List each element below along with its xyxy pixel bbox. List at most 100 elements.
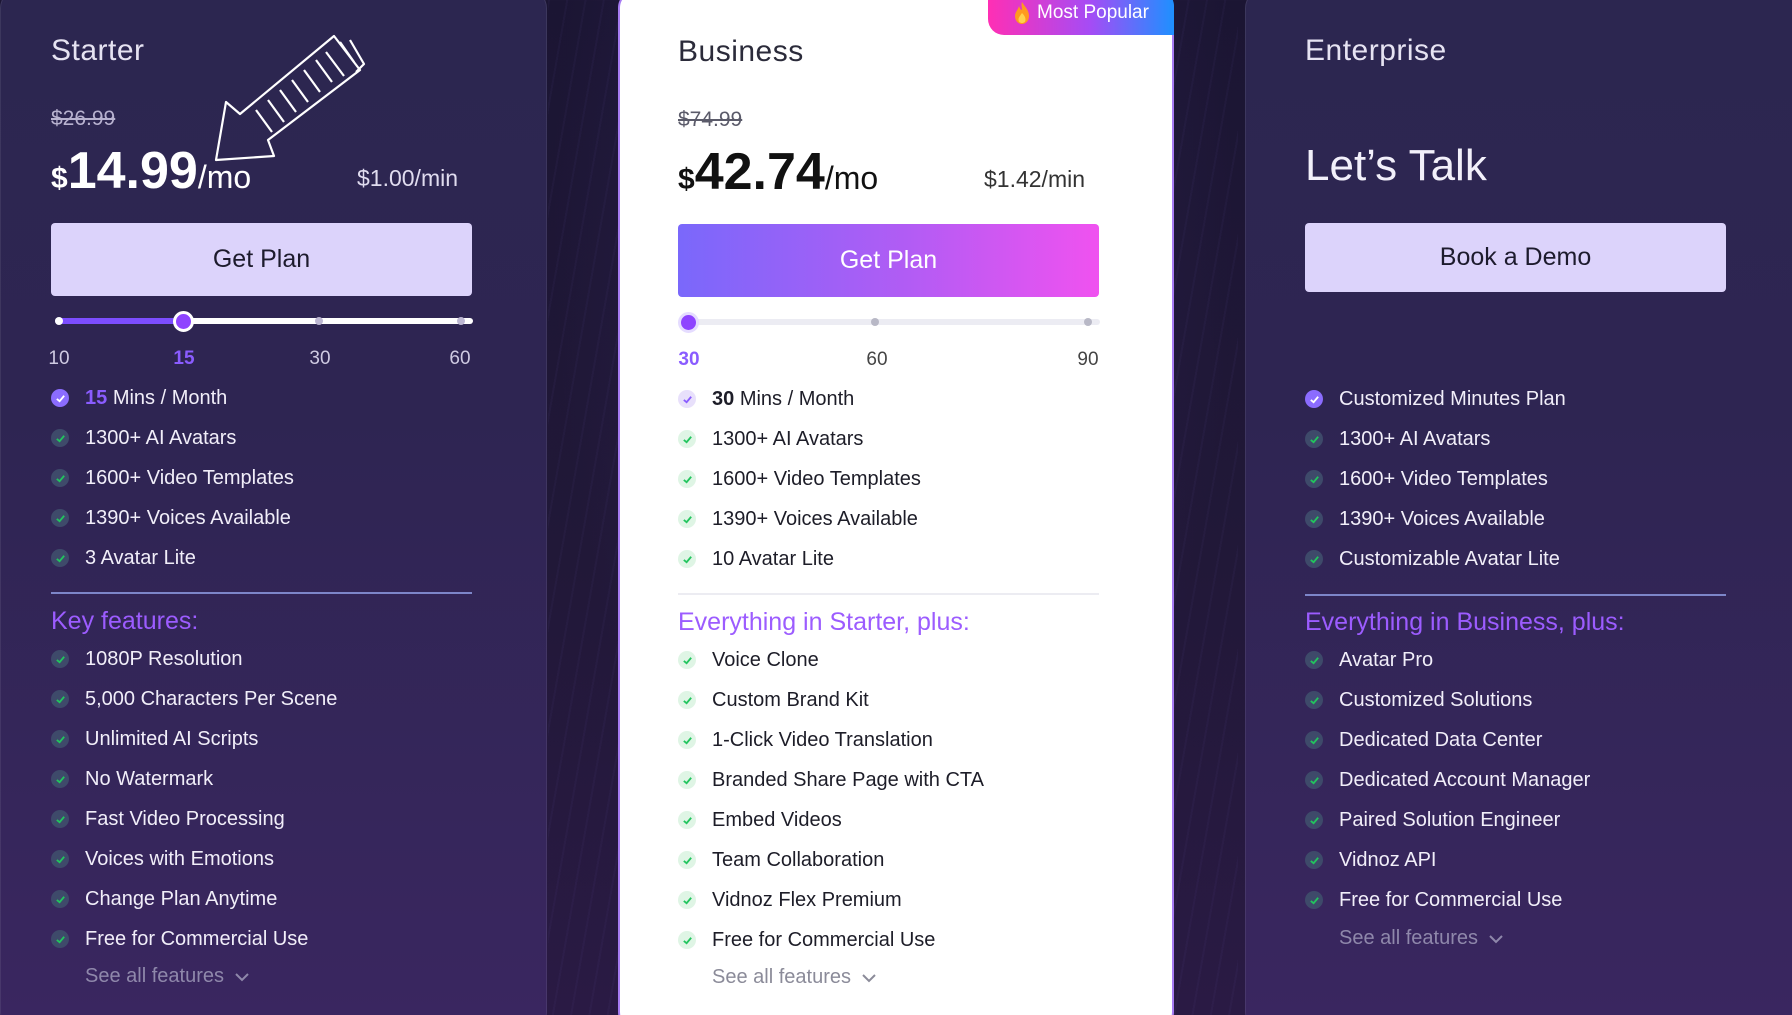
- most-popular-badge: Most Popular: [988, 0, 1174, 35]
- slider-tick-label: 90: [1077, 349, 1099, 370]
- feature-text: Change Plan Anytime: [85, 887, 278, 910]
- slider-fill: [55, 318, 185, 324]
- check-icon: [678, 891, 696, 909]
- feature-text: 1390+ Voices Available: [1339, 507, 1545, 530]
- check-icon: [1305, 651, 1323, 669]
- slider-stop[interactable]: [1084, 318, 1092, 326]
- slider-tick-label-selected: 15: [173, 348, 195, 369]
- feature-item: 1600+ Video Templates: [1305, 459, 1566, 499]
- feature-item: Voice Clone: [678, 640, 984, 680]
- get-plan-button[interactable]: Get Plan: [678, 224, 1099, 297]
- check-icon: [678, 390, 696, 408]
- badge-label: Most Popular: [1037, 1, 1149, 23]
- check-icon: [51, 770, 69, 788]
- price-period: /mo: [824, 160, 879, 196]
- check-icon: [1305, 771, 1323, 789]
- check-icon: [51, 469, 69, 487]
- feature-item: Team Collaboration: [678, 840, 984, 880]
- check-icon: [51, 890, 69, 908]
- feature-item: Dedicated Data Center: [1305, 720, 1590, 760]
- feature-text: Unlimited AI Scripts: [85, 727, 259, 750]
- get-plan-button[interactable]: Get Plan: [51, 223, 472, 296]
- key-feature-list: 1080P Resolution 5,000 Characters Per Sc…: [51, 639, 337, 959]
- feature-item: Vidnoz Flex Premium: [678, 880, 984, 920]
- check-icon: [678, 470, 696, 488]
- check-icon: [51, 930, 69, 948]
- minutes-value: 15: [85, 386, 108, 409]
- feature-text: Customized Minutes Plan: [1339, 387, 1566, 410]
- feature-item: 1390+ Voices Available: [678, 499, 921, 539]
- old-price: $26.99: [51, 107, 116, 130]
- price-amount: 42.74: [694, 143, 825, 201]
- slider-tick-label: 60: [866, 349, 888, 370]
- feature-item: Free for Commercial Use: [678, 920, 984, 960]
- base-feature-list: 15 Mins / Month 1300+ AI Avatars 1600+ V…: [51, 378, 294, 578]
- enterprise-headline: Let’s Talk: [1305, 141, 1487, 190]
- feature-item: Dedicated Account Manager: [1305, 760, 1590, 800]
- check-icon: [1305, 470, 1323, 488]
- feature-text: 1600+ Video Templates: [85, 466, 294, 489]
- check-icon: [51, 509, 69, 527]
- feature-item: 5,000 Characters Per Scene: [51, 679, 337, 719]
- feature-item: 1300+ AI Avatars: [1305, 419, 1566, 459]
- slider-thumb[interactable]: [173, 311, 194, 332]
- check-icon: [678, 931, 696, 949]
- slider-track[interactable]: [682, 319, 1100, 325]
- book-a-demo-button[interactable]: Book a Demo: [1305, 223, 1726, 292]
- feature-text: Fast Video Processing: [85, 807, 285, 830]
- feature-text: Free for Commercial Use: [85, 927, 309, 950]
- feature-text: 5,000 Characters Per Scene: [85, 687, 338, 710]
- feature-item: 3 Avatar Lite: [51, 538, 294, 578]
- slider-stop[interactable]: [55, 317, 63, 325]
- feature-item: Paired Solution Engineer: [1305, 800, 1590, 840]
- feature-text: 1600+ Video Templates: [1339, 467, 1548, 490]
- slider-tick-label: 10: [48, 348, 70, 369]
- feature-text: 1300+ AI Avatars: [85, 426, 237, 449]
- feature-text: Vidnoz Flex Premium: [712, 888, 902, 911]
- check-icon: [1305, 731, 1323, 749]
- check-icon: [51, 810, 69, 828]
- feature-item: 1390+ Voices Available: [51, 498, 294, 538]
- per-minute-price: $1.00/min: [357, 165, 459, 191]
- feature-text: 1080P Resolution: [85, 647, 243, 670]
- key-features-title: Everything in Starter, plus:: [678, 608, 970, 636]
- feature-item: Avatar Pro: [1305, 640, 1590, 680]
- feature-item: Change Plan Anytime: [51, 879, 337, 919]
- feature-text: Branded Share Page with CTA: [712, 768, 985, 791]
- slider-tick-label: 60: [449, 348, 471, 369]
- feature-item: Unlimited AI Scripts: [51, 719, 337, 759]
- plan-card-enterprise: Enterprise Let’s Talk Book a Demo Custom…: [1245, 0, 1792, 1015]
- slider-thumb[interactable]: [678, 312, 699, 333]
- feature-text: Voices with Emotions: [85, 847, 274, 870]
- slider-stop[interactable]: [315, 317, 323, 325]
- check-icon: [678, 430, 696, 448]
- see-all-features-link[interactable]: See all features: [85, 965, 250, 988]
- slider-tick-label-selected: 30: [678, 349, 700, 370]
- check-icon: [678, 731, 696, 749]
- hand-drawn-arrow-icon: [214, 34, 366, 162]
- feature-text: Dedicated Data Center: [1339, 728, 1543, 751]
- key-features-title: Key features:: [51, 607, 199, 635]
- chevron-down-icon: [1489, 934, 1503, 943]
- check-icon: [51, 549, 69, 567]
- see-all-features-link[interactable]: See all features: [712, 966, 877, 989]
- divider: [678, 593, 1099, 595]
- feature-item: 1600+ Video Templates: [678, 459, 921, 499]
- slider-stop[interactable]: [457, 317, 465, 325]
- check-icon: [678, 811, 696, 829]
- feature-text: Voice Clone: [712, 648, 819, 671]
- check-icon: [1305, 510, 1323, 528]
- check-icon: [678, 550, 696, 568]
- check-icon: [678, 510, 696, 528]
- see-all-features-link[interactable]: See all features: [1339, 927, 1504, 950]
- feature-text: Custom Brand Kit: [712, 688, 869, 711]
- per-minute-price: $1.42/min: [984, 166, 1086, 192]
- feature-item: Fast Video Processing: [51, 799, 337, 839]
- slider-stop[interactable]: [871, 318, 879, 326]
- check-icon: [1305, 390, 1323, 408]
- feature-item: Vidnoz API: [1305, 840, 1590, 880]
- feature-item: Branded Share Page with CTA: [678, 760, 984, 800]
- feature-item: 1600+ Video Templates: [51, 458, 294, 498]
- price-currency: $: [51, 162, 68, 195]
- feature-item: 1-Click Video Translation: [678, 720, 984, 760]
